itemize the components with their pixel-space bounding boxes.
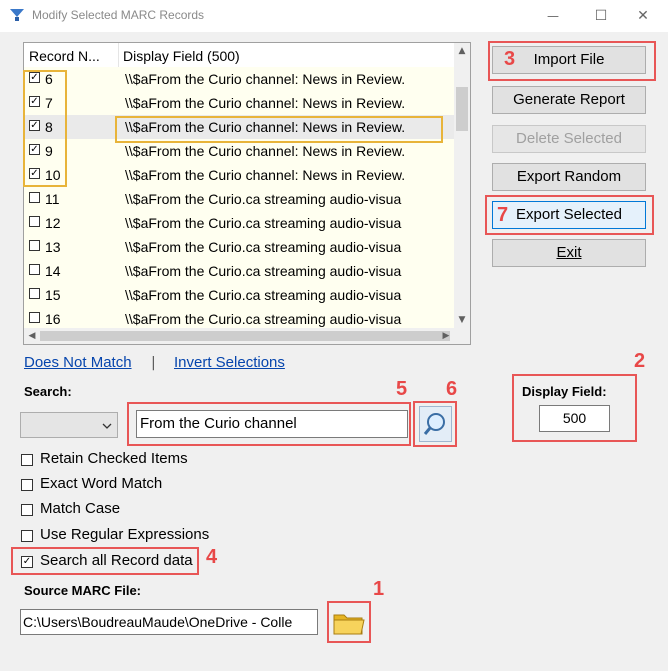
option-label[interactable]: Match Case [40, 500, 120, 517]
exit-button-label: Exit [556, 244, 582, 261]
scroll-left-arrow-icon[interactable]: ◀ [24, 328, 40, 344]
callout-box-7 [485, 195, 654, 235]
link-separator: | [151, 355, 156, 371]
column-header-display-field[interactable]: Display Field (500) [118, 43, 454, 67]
vertical-scrollbar[interactable]: ▲ ▼ [454, 43, 470, 328]
display-field-cell[interactable]: \\$aFrom the Curio.ca streaming audio-vi… [118, 211, 454, 235]
row-checkbox[interactable] [29, 312, 40, 323]
record-number-cell[interactable]: 11 [24, 187, 118, 211]
option-label[interactable]: Retain Checked Items [40, 450, 188, 467]
selected-display-highlight [115, 116, 443, 143]
table-row[interactable]: 11 \\$aFrom the Curio.ca streaming audio-… [24, 187, 454, 211]
record-number-cell[interactable]: 15 [24, 283, 118, 307]
annotation-marker-5: 5 [396, 378, 408, 400]
display-field-text: \\$aFrom the Curio.ca streaming audio-vi… [125, 191, 402, 207]
option-label[interactable]: Exact Word Match [40, 475, 162, 492]
display-field-cell[interactable]: \\$aFrom the Curio.ca streaming audio-vi… [118, 283, 454, 307]
record-number: 11 [45, 191, 60, 207]
maximize-button[interactable]: ☐ [578, 0, 624, 32]
vertical-scroll-thumb[interactable] [456, 87, 468, 131]
display-field-text: \\$aFrom the Curio channel: News in Revi… [125, 167, 406, 183]
table-row[interactable]: ✓ 7 \\$aFrom the Curio channel: News in Re… [24, 91, 454, 115]
annotation-marker-2: 2 [634, 350, 646, 372]
display-field-cell[interactable]: \\$aFrom the Curio.ca streaming audio-vi… [118, 259, 454, 283]
callout-box-5 [127, 402, 411, 446]
exit-button[interactable]: Exit [492, 239, 646, 267]
chevron-down-icon [102, 423, 112, 429]
callout-box-1 [327, 601, 371, 643]
record-number: 12 [45, 215, 61, 231]
record-number: 14 [45, 263, 61, 279]
row-checkbox[interactable] [29, 192, 40, 203]
annotation-marker-1: 1 [373, 578, 385, 600]
source-marc-file-label: Source MARC File: [24, 583, 142, 598]
record-number-cell[interactable]: 14 [24, 259, 118, 283]
delete-selected-button[interactable]: Delete Selected [492, 125, 646, 153]
horizontal-scroll-thumb[interactable] [40, 331, 450, 341]
option-checkbox[interactable] [21, 504, 33, 516]
scroll-right-arrow-icon[interactable]: ▶ [438, 328, 454, 344]
display-field-text: \\$aFrom the Curio.ca streaming audio-vi… [125, 239, 402, 255]
source-file-path-input[interactable]: C:\Users\BoudreauMaude\OneDrive - Colle [20, 609, 318, 635]
search-scope-dropdown[interactable] [20, 412, 118, 438]
scroll-corner [454, 328, 470, 344]
record-number-cell[interactable]: 12 [24, 211, 118, 235]
option-label[interactable]: Use Regular Expressions [40, 526, 209, 543]
option-checkbox[interactable] [21, 454, 33, 466]
display-field-cell[interactable]: \\$aFrom the Curio channel: News in Revi… [118, 91, 454, 115]
row-checkbox[interactable] [29, 216, 40, 227]
table-row[interactable]: ✓ 10 \\$aFrom the Curio channel: News in R… [24, 163, 454, 187]
table-row[interactable]: 13 \\$aFrom the Curio.ca streaming audio-… [24, 235, 454, 259]
invert-selections-link[interactable]: Invert Selections [174, 354, 285, 371]
does-not-match-link[interactable]: Does Not Match [24, 354, 132, 371]
minimize-button[interactable]: — [530, 0, 576, 32]
row-checkbox[interactable] [29, 288, 40, 299]
column-header-record-number[interactable]: Record N... [24, 43, 118, 67]
display-field-text: \\$aFrom the Curio.ca streaming audio-vi… [125, 215, 402, 231]
table-row[interactable]: ✓ 6 \\$aFrom the Curio channel: News in Re… [24, 67, 454, 91]
display-field-cell[interactable]: \\$aFrom the Curio channel: News in Revi… [118, 67, 454, 91]
search-label: Search: [24, 384, 72, 399]
display-field-text: \\$aFrom the Curio.ca streaming audio-vi… [125, 287, 402, 303]
table-row[interactable]: 15 \\$aFrom the Curio.ca streaming audio-… [24, 283, 454, 307]
list-header: Record N... Display Field (500) [24, 43, 454, 68]
record-list[interactable]: Record N... Display Field (500) ✓ 6 \\$aFr… [23, 42, 471, 345]
table-row[interactable]: 12 \\$aFrom the Curio.ca streaming audio-… [24, 211, 454, 235]
option-checkbox[interactable] [21, 530, 33, 542]
window-title: Modify Selected MARC Records [32, 8, 205, 22]
callout-box-4 [11, 547, 199, 575]
generate-report-button[interactable]: Generate Report [492, 86, 646, 114]
export-random-button[interactable]: Export Random [492, 163, 646, 191]
checked-records-highlight [23, 70, 67, 187]
app-icon [10, 9, 24, 21]
scroll-down-arrow-icon[interactable]: ▼ [454, 312, 470, 328]
scroll-up-arrow-icon[interactable]: ▲ [454, 43, 470, 59]
display-field-cell[interactable]: \\$aFrom the Curio channel: News in Revi… [118, 163, 454, 187]
annotation-marker-3: 3 [504, 48, 516, 70]
horizontal-scrollbar[interactable]: ◀ ▶ [24, 328, 454, 344]
display-field-text: \\$aFrom the Curio channel: News in Revi… [125, 71, 406, 87]
record-number: 15 [45, 287, 61, 303]
table-row[interactable]: 14 \\$aFrom the Curio.ca streaming audio-… [24, 259, 454, 283]
record-number-cell[interactable]: 13 [24, 235, 118, 259]
callout-box-6 [413, 401, 457, 447]
display-field-cell[interactable]: \\$aFrom the Curio.ca streaming audio-vi… [118, 187, 454, 211]
record-number: 13 [45, 239, 61, 255]
annotation-marker-6: 6 [446, 378, 458, 400]
annotation-marker-7: 7 [497, 204, 509, 226]
callout-box-2 [512, 374, 637, 442]
display-field-text: \\$aFrom the Curio channel: News in Revi… [125, 95, 406, 111]
close-button[interactable]: ✕ [620, 0, 666, 32]
row-checkbox[interactable] [29, 264, 40, 275]
display-field-text: \\$aFrom the Curio.ca streaming audio-vi… [125, 263, 402, 279]
row-checkbox[interactable] [29, 240, 40, 251]
option-checkbox[interactable] [21, 479, 33, 491]
display-field-cell[interactable]: \\$aFrom the Curio.ca streaming audio-vi… [118, 235, 454, 259]
annotation-marker-4: 4 [206, 546, 218, 568]
